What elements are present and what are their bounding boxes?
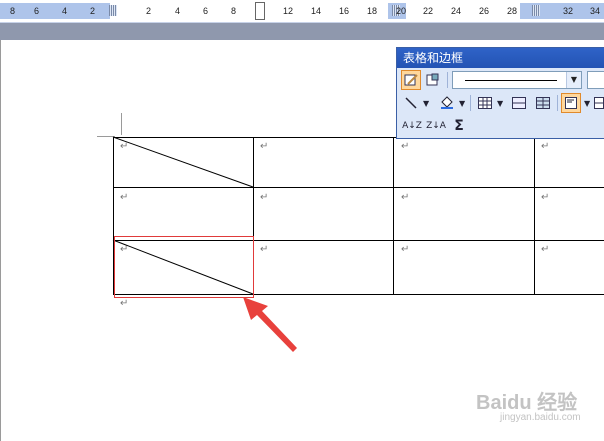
diagonal-border-icon — [405, 97, 417, 109]
pencil-icon — [404, 74, 418, 86]
table-grid-icon — [478, 97, 492, 109]
toolbar-separator — [470, 95, 471, 111]
tables-borders-toolbar[interactable]: 表格和边框 ▼ ▼ ▼ ▼ ▼ A↓Z Z↓A Σ — [396, 47, 604, 139]
distribute-rows-button[interactable] — [593, 93, 604, 113]
split-cells-icon — [536, 97, 550, 109]
toolbar-separator — [557, 95, 558, 111]
eraser-button[interactable] — [423, 70, 443, 90]
line-style-sample — [465, 80, 557, 81]
align-button[interactable] — [561, 93, 581, 113]
merge-cells-button[interactable] — [509, 93, 529, 113]
line-style-dropdown[interactable]: ▼ — [452, 71, 582, 89]
draw-table-button[interactable] — [401, 70, 421, 90]
sort-ascending-button[interactable]: A↓Z — [401, 116, 423, 136]
toolbar-separator — [447, 72, 448, 88]
chevron-down-icon[interactable]: ▼ — [497, 99, 503, 108]
shading-color-button[interactable] — [437, 93, 457, 113]
chevron-down-icon[interactable]: ▼ — [423, 99, 429, 108]
insert-table-button[interactable] — [475, 93, 495, 113]
arrow-icon — [243, 297, 297, 352]
watermark-subtext: jingyan.baidu.com — [500, 412, 581, 423]
paint-bucket-icon — [441, 96, 453, 109]
sort-descending-button[interactable]: Z↓A — [425, 116, 447, 136]
border-color-button[interactable] — [401, 93, 421, 113]
chevron-down-icon[interactable]: ▼ — [566, 72, 581, 88]
align-top-left-icon — [565, 97, 577, 109]
chevron-down-icon[interactable]: ▼ — [584, 99, 590, 108]
eraser-icon — [426, 73, 439, 86]
watermark-text: Baidu 经验 — [476, 392, 578, 414]
toolbar-title[interactable]: 表格和边框 — [397, 48, 604, 68]
autosum-button[interactable]: Σ — [449, 116, 469, 136]
distribute-rows-icon — [594, 97, 604, 109]
merge-cells-icon — [512, 97, 526, 109]
chevron-down-icon[interactable]: ▼ — [459, 99, 465, 108]
line-weight-dropdown[interactable] — [587, 71, 604, 89]
split-cells-button[interactable] — [533, 93, 553, 113]
